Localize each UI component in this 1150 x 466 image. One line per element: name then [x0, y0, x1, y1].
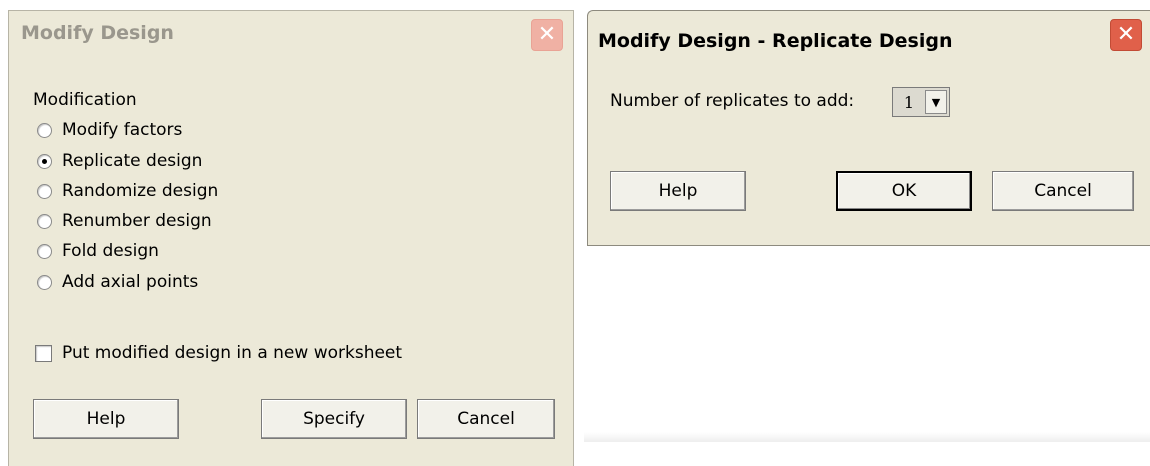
radio-label: Fold design [62, 241, 159, 261]
close-button[interactable]: ✕ [1110, 19, 1142, 51]
radio-button[interactable] [37, 122, 52, 138]
modification-label: Modification [33, 90, 137, 110]
radio-modify-factors[interactable]: Modify factors [37, 117, 182, 143]
chevron-down-icon[interactable]: ▼ [925, 90, 947, 114]
specify-button-label: Specify [303, 409, 365, 429]
radio-button[interactable] [37, 243, 52, 259]
radio-label: Randomize design [62, 181, 219, 201]
new-worksheet-checkbox-row[interactable]: Put modified design in a new worksheet [35, 343, 402, 363]
help-button[interactable]: Help [33, 399, 179, 439]
specify-button[interactable]: Specify [261, 399, 407, 439]
dialog-title: Modify Design [21, 22, 174, 44]
window-edge-shadow [584, 246, 1150, 442]
close-icon: ✕ [1116, 22, 1136, 47]
replicates-select-value: 1 [903, 92, 915, 112]
radio-button[interactable] [37, 274, 52, 290]
ok-button[interactable]: OK [836, 171, 972, 211]
help-button-label: Help [658, 181, 698, 201]
radio-button[interactable] [37, 183, 52, 199]
help-button-label: Help [86, 409, 126, 429]
close-button[interactable]: ✕ [531, 19, 563, 51]
cancel-button[interactable]: Cancel [992, 171, 1134, 211]
cancel-button-label: Cancel [1034, 181, 1092, 201]
radio-label: Renumber design [62, 211, 212, 231]
dialog-title: Modify Design - Replicate Design [598, 30, 953, 52]
cancel-button[interactable]: Cancel [417, 399, 555, 439]
replicates-select[interactable]: 1 ▼ [892, 87, 950, 117]
checkbox-label: Put modified design in a new worksheet [62, 343, 403, 363]
radio-replicate-design[interactable]: Replicate design [37, 148, 202, 174]
radio-button-selected[interactable] [37, 153, 52, 169]
radio-button[interactable] [37, 213, 52, 229]
new-worksheet-checkbox[interactable] [35, 344, 52, 362]
replicate-design-dialog: Modify Design - Replicate Design ✕ Numbe… [587, 10, 1150, 246]
radio-add-axial-points[interactable]: Add axial points [37, 269, 198, 295]
modify-design-title-bar: Modify Design [9, 11, 573, 55]
radio-label: Replicate design [62, 151, 203, 171]
radio-renumber-design[interactable]: Renumber design [37, 208, 212, 234]
radio-label: Modify factors [62, 120, 183, 140]
radio-label: Add axial points [62, 272, 199, 292]
close-icon: ✕ [537, 22, 557, 47]
replicate-design-title-bar: Modify Design - Replicate Design [588, 19, 1150, 63]
cancel-button-label: Cancel [457, 409, 515, 429]
replicates-label: Number of replicates to add: [610, 91, 855, 111]
radio-randomize-design[interactable]: Randomize design [37, 178, 218, 204]
radio-fold-design[interactable]: Fold design [37, 238, 159, 264]
ok-button-label: OK [891, 181, 917, 201]
help-button[interactable]: Help [610, 171, 746, 211]
modify-design-dialog: Modify Design ✕ Modification Modify fact… [8, 10, 574, 466]
